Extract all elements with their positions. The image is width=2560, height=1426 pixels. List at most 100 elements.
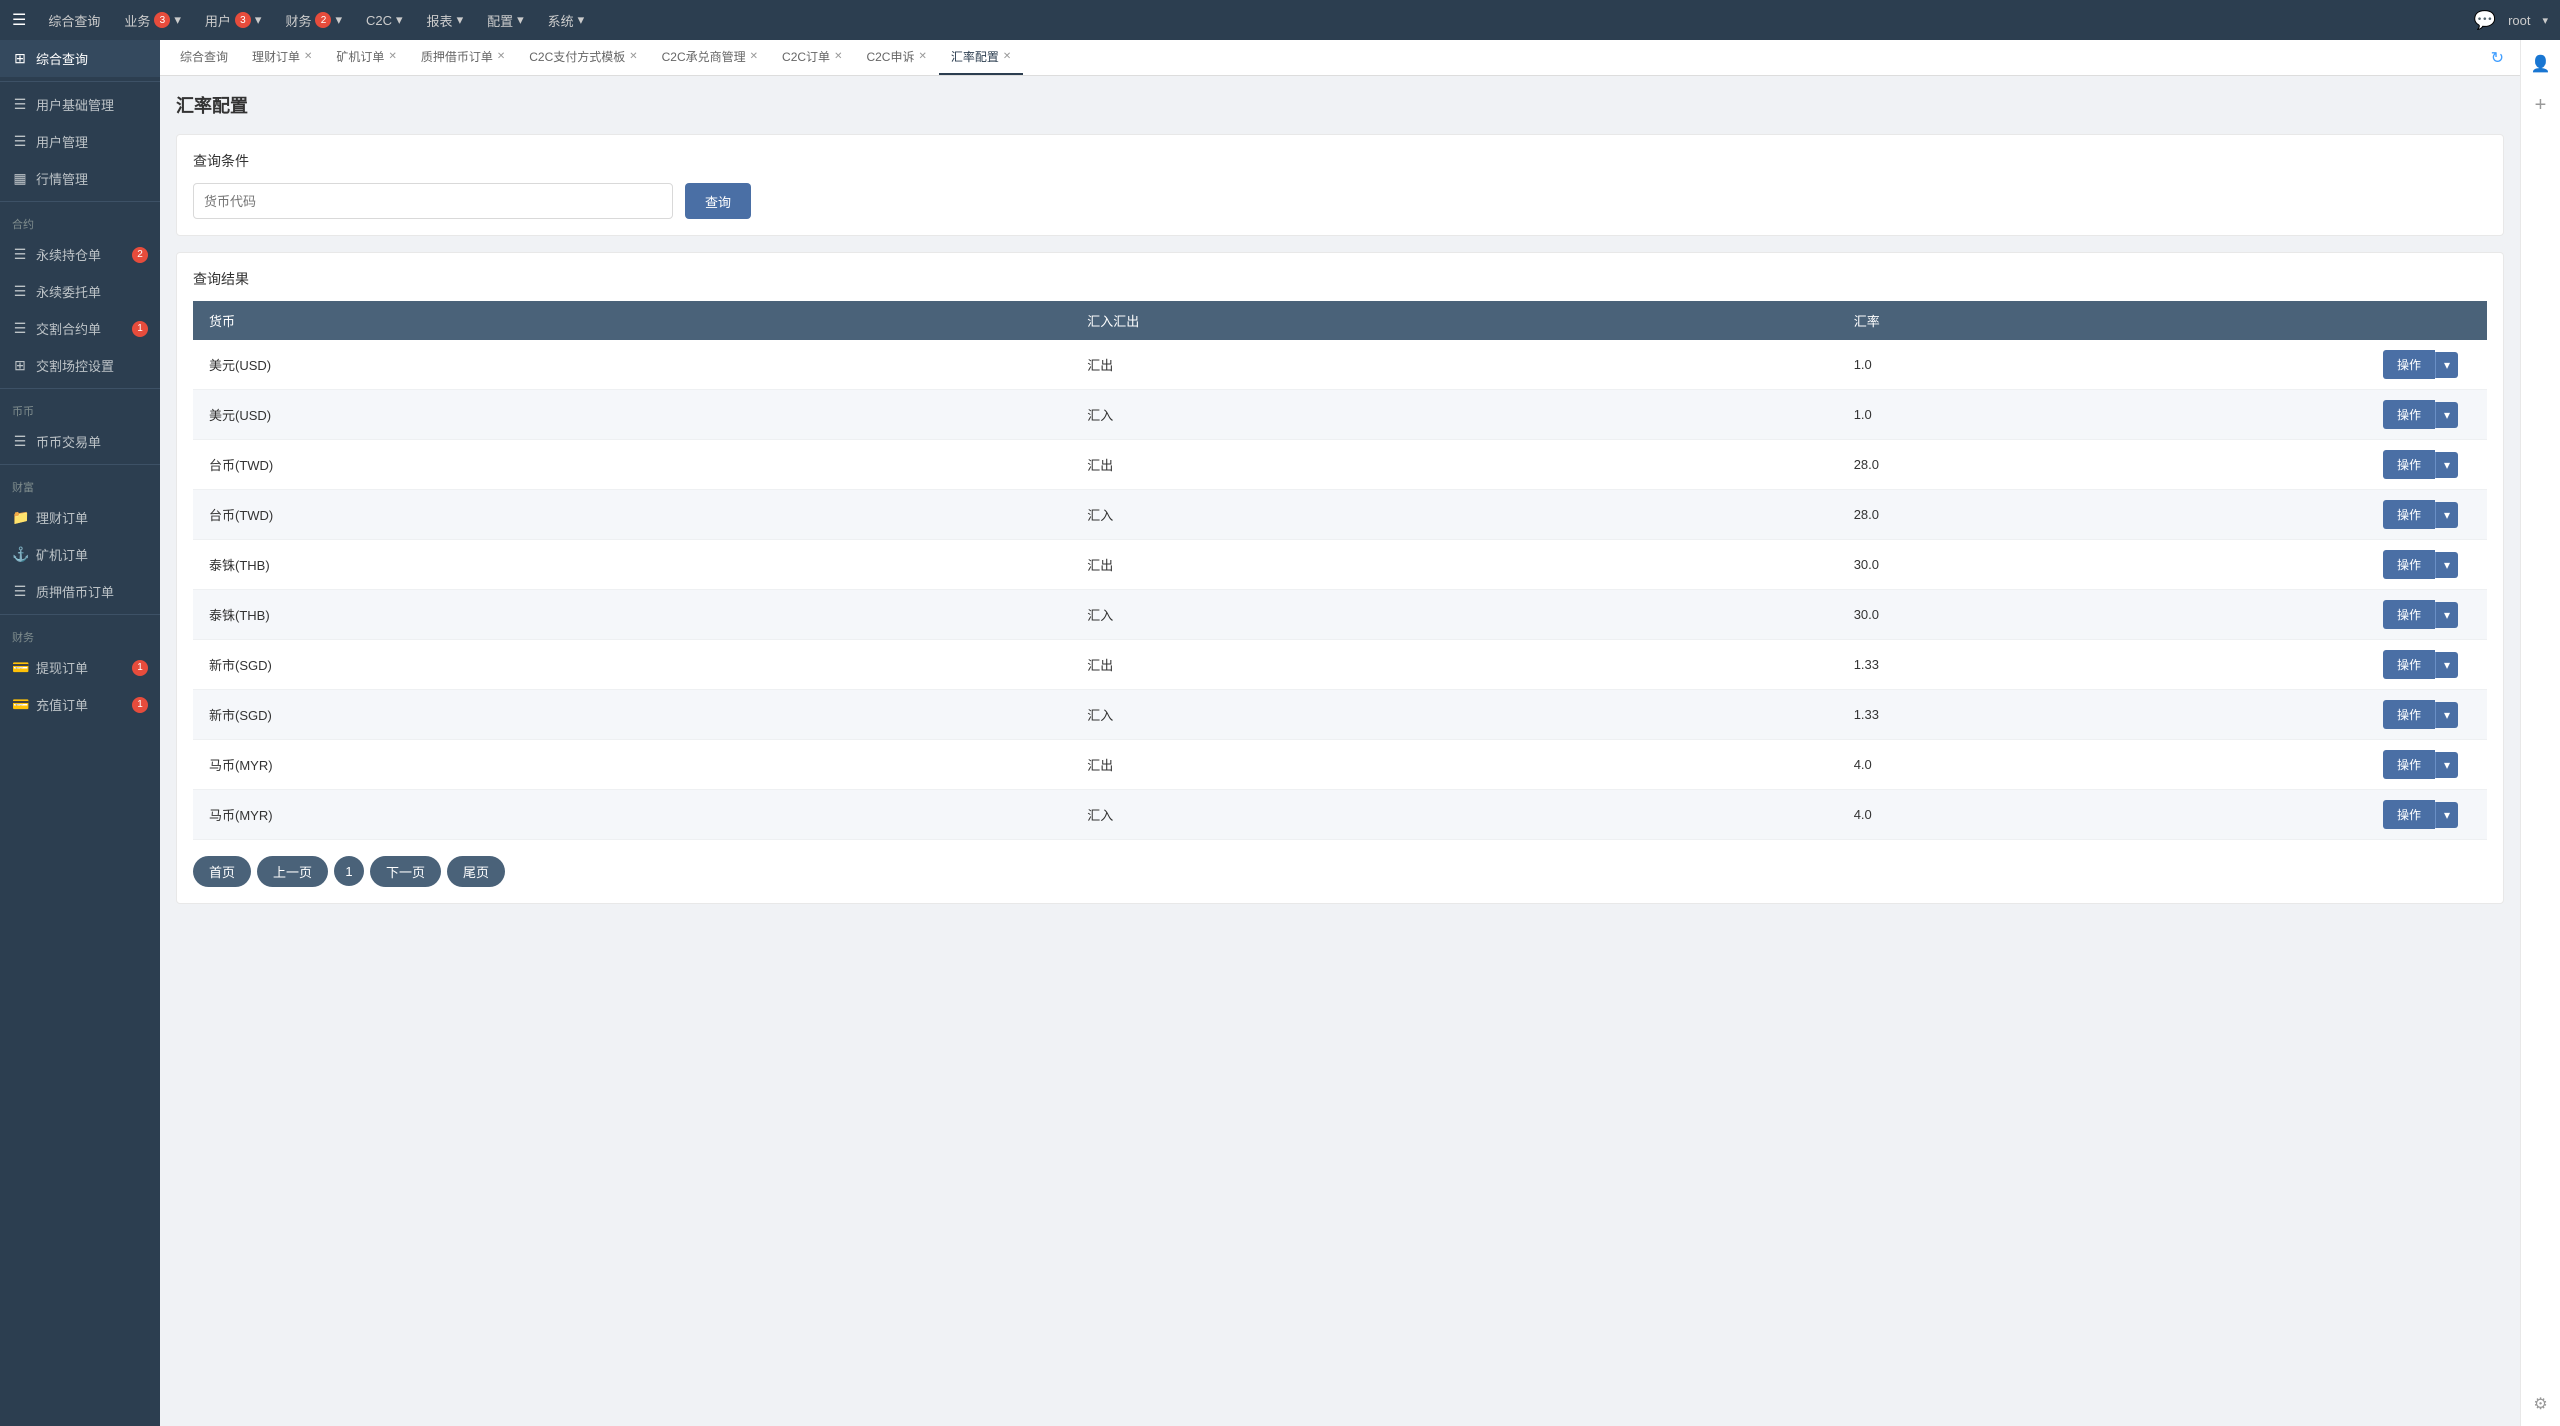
sidebar-item-用户管理[interactable]: ☰ 用户管理 [0,123,160,160]
user-name[interactable]: root [2508,13,2530,28]
sidebar-item-交割场控设置[interactable]: ⊞ 交割场控设置 [0,347,160,384]
tab-C2C订单[interactable]: C2C订单 ✕ [770,40,854,75]
tab-close-icon[interactable]: ✕ [750,51,758,62]
sidebar-item-币币交易单[interactable]: ☰ 币币交易单 [0,423,160,460]
action-button-3[interactable]: 操作 [2383,500,2435,529]
nav-item-报表[interactable]: 报表 ▾ [417,7,474,34]
tab-质押借币订单[interactable]: 质押借币订单 ✕ [409,40,517,75]
sidebar-item-质押借币订单[interactable]: ☰ 质押借币订单 [0,573,160,610]
nav-item-综合查询[interactable]: 综合查询 [38,7,110,34]
action-dropdown-5[interactable]: ▾ [2435,602,2458,628]
cell-rate: 4.0 [1838,790,2367,840]
tab-close-icon[interactable]: ✕ [918,51,926,62]
tab-C2C承兑商管理[interactable]: C2C承兑商管理 ✕ [650,40,770,75]
nav-item-业务[interactable]: 业务 3 ▾ [114,7,191,34]
action-dropdown-1[interactable]: ▾ [2435,402,2458,428]
action-button-2[interactable]: 操作 [2383,450,2435,479]
nav-item-用户[interactable]: 用户 3 ▾ [195,7,272,34]
nav-item-配置[interactable]: 配置 ▾ [477,7,534,34]
sidebar-item-理财订单[interactable]: 📁 理财订单 [0,499,160,536]
user-avatar-icon[interactable]: 👤 [2525,48,2557,80]
tab-bar: 综合查询 理财订单 ✕ 矿机订单 ✕ 质押借币订单 ✕ C2C支付方式模板 ✕ … [160,40,2520,76]
chat-icon[interactable]: 💬 [2474,10,2496,31]
nav-item-C2C[interactable]: C2C ▾ [356,8,413,32]
tab-close-icon[interactable]: ✕ [834,51,842,62]
action-dropdown-8[interactable]: ▾ [2435,752,2458,778]
tab-汇率配置[interactable]: 汇率配置 ✕ [939,40,1023,75]
action-button-5[interactable]: 操作 [2383,600,2435,629]
action-dropdown-3[interactable]: ▾ [2435,502,2458,528]
nav-item-系统[interactable]: 系统 ▾ [538,7,595,34]
cell-currency: 新市(SGD) [193,640,1071,690]
page-content: 汇率配置 查询条件 查询 查询结果 货币 汇入汇出 汇率 [160,76,2520,1426]
search-card: 查询条件 查询 [176,134,2504,236]
settings-icon[interactable]: ⚙ [2527,1390,2553,1419]
chart-icon: ▦ [12,170,28,187]
search-button[interactable]: 查询 [685,183,751,219]
action-button-9[interactable]: 操作 [2383,800,2435,829]
chevron-down-icon: ▾ [255,12,262,28]
right-panel: 👤 + ⚙ [2520,40,2560,1426]
sidebar-item-提现订单[interactable]: 💳 提现订单 1 [0,649,160,686]
sidebar-item-label: 质押借币订单 [36,582,114,601]
list-icon: ☰ [12,96,28,113]
action-button-8[interactable]: 操作 [2383,750,2435,779]
action-button-0[interactable]: 操作 [2383,350,2435,379]
add-icon[interactable]: + [2529,88,2553,123]
nav-label: 用户 [205,11,231,30]
cell-action: 操作 ▾ [2367,340,2487,390]
action-dropdown-2[interactable]: ▾ [2435,452,2458,478]
action-dropdown-9[interactable]: ▾ [2435,802,2458,828]
nav-label: 综合查询 [48,11,100,30]
cell-currency: 马币(MYR) [193,740,1071,790]
cell-action: 操作 ▾ [2367,490,2487,540]
tab-close-icon[interactable]: ✕ [388,51,396,62]
sidebar-item-永续委托单[interactable]: ☰ 永续委托单 [0,273,160,310]
cell-currency: 台币(TWD) [193,490,1071,540]
sidebar-item-永续持仓单[interactable]: ☰ 永续持仓单 2 [0,236,160,273]
action-button-4[interactable]: 操作 [2383,550,2435,579]
table-row: 新市(SGD) 汇入 1.33 操作 ▾ [193,690,2487,740]
refresh-icon[interactable]: ↻ [2483,44,2512,72]
currency-code-input[interactable] [193,183,673,219]
tab-C2C申诉[interactable]: C2C申诉 ✕ [854,40,938,75]
action-dropdown-4[interactable]: ▾ [2435,552,2458,578]
tab-理财订单[interactable]: 理财订单 ✕ [240,40,324,75]
tab-综合查询[interactable]: 综合查询 [168,40,240,75]
action-button-7[interactable]: 操作 [2383,700,2435,729]
sidebar-item-label: 行情管理 [36,169,88,188]
nav-badge-财务: 2 [315,12,331,28]
sidebar-item-综合查询[interactable]: ⊞ 综合查询 [0,40,160,77]
action-dropdown-0[interactable]: ▾ [2435,352,2458,378]
action-button-6[interactable]: 操作 [2383,650,2435,679]
col-header-汇率: 汇率 [1838,301,2367,340]
next-page-button[interactable]: 下一页 [370,856,441,887]
tab-close-icon[interactable]: ✕ [629,51,637,62]
data-table: 货币 汇入汇出 汇率 美元(USD) 汇出 1.0 操作 ▾ [193,301,2487,840]
first-page-button[interactable]: 首页 [193,856,251,887]
tab-C2C支付方式模板[interactable]: C2C支付方式模板 ✕ [517,40,649,75]
current-page-number[interactable]: 1 [334,856,364,886]
tab-close-icon[interactable]: ✕ [1003,51,1011,62]
sidebar-item-矿机订单[interactable]: ⚓ 矿机订单 [0,536,160,573]
menu-icon[interactable]: ☰ [12,10,26,30]
sidebar-item-label: 用户基础管理 [36,95,114,114]
tab-矿机订单[interactable]: 矿机订单 ✕ [324,40,408,75]
tab-close-icon[interactable]: ✕ [304,51,312,62]
prev-page-button[interactable]: 上一页 [257,856,328,887]
cell-currency: 美元(USD) [193,390,1071,440]
action-dropdown-6[interactable]: ▾ [2435,652,2458,678]
sidebar-item-label: 交割合约单 [36,319,101,338]
tab-close-icon[interactable]: ✕ [497,51,505,62]
col-header-action [2367,301,2487,340]
sidebar-item-交割合约单[interactable]: ☰ 交割合约单 1 [0,310,160,347]
action-dropdown-7[interactable]: ▾ [2435,702,2458,728]
last-page-button[interactable]: 尾页 [447,856,505,887]
sidebar-item-充值订单[interactable]: 💳 充值订单 1 [0,686,160,723]
cell-rate: 30.0 [1838,540,2367,590]
action-button-1[interactable]: 操作 [2383,400,2435,429]
sidebar-item-用户基础管理[interactable]: ☰ 用户基础管理 [0,86,160,123]
nav-badge-业务: 3 [154,12,170,28]
sidebar-item-行情管理[interactable]: ▦ 行情管理 [0,160,160,197]
nav-item-财务[interactable]: 财务 2 ▾ [275,7,352,34]
